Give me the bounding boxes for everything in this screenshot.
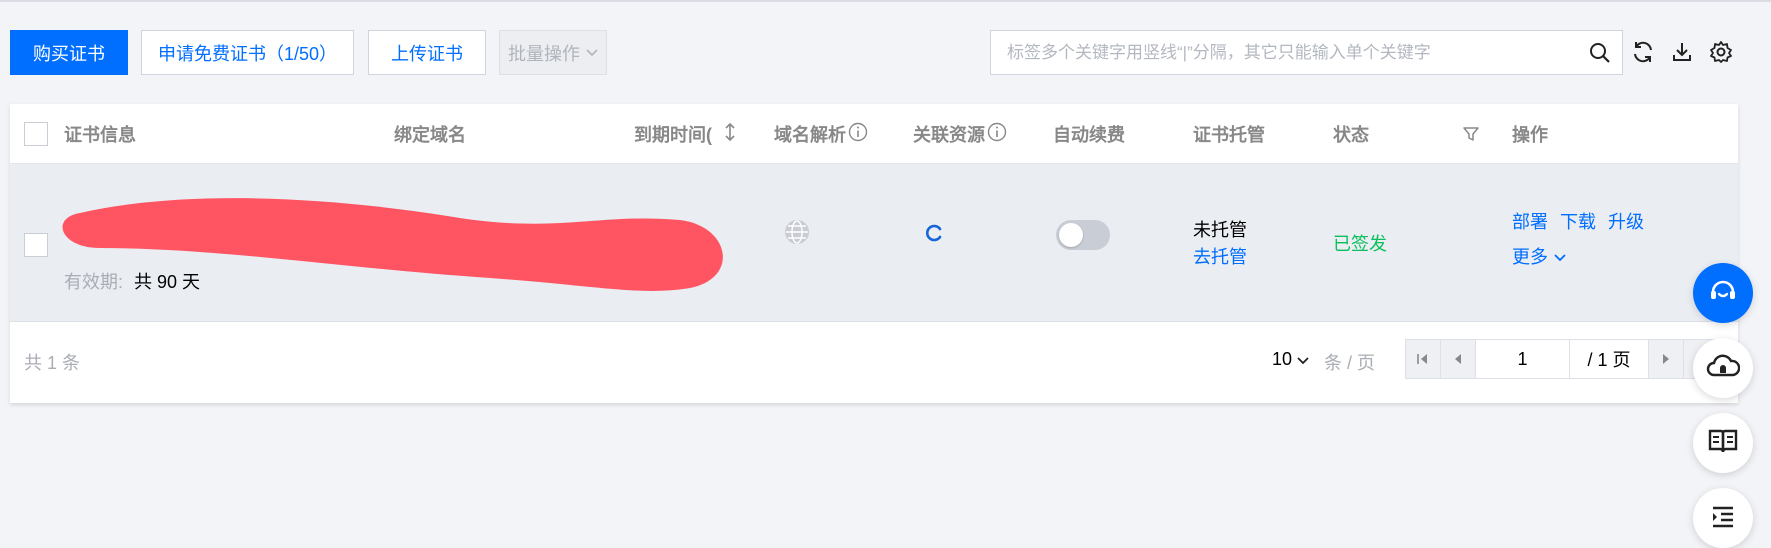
toolbar: 购买证书 申请免费证书（1/50） 上传证书 批量操作 [10, 30, 1765, 76]
apply-free-certificate-button[interactable]: 申请免费证书（1/50） [141, 30, 354, 75]
cloud-bell-icon [1706, 351, 1741, 386]
prev-page-icon [1455, 354, 1461, 364]
open-book-icon [1707, 427, 1739, 460]
settings-gear-icon[interactable] [1707, 38, 1735, 66]
header-expire-label: 到期时间( [634, 125, 712, 145]
header-resources: 关联资源 [913, 104, 1007, 164]
info-icon[interactable] [987, 122, 1007, 147]
per-page-label: 条 / 页 [1324, 353, 1376, 373]
documentation-button[interactable] [1693, 413, 1753, 473]
deploy-link[interactable]: 部署 [1512, 208, 1548, 234]
list-indent-icon [1709, 504, 1737, 533]
next-page-button[interactable] [1648, 339, 1684, 379]
buy-certificate-button[interactable]: 购买证书 [10, 30, 128, 75]
header-dns: 域名解析 [774, 104, 868, 164]
header-bound-domain: 绑定域名 [394, 125, 466, 145]
customer-service-button[interactable] [1693, 263, 1753, 323]
table-footer: 共 1 条 10 条 / 页 1 / 1 页 [10, 322, 1738, 403]
select-all-checkbox[interactable] [24, 122, 48, 146]
more-actions-label: 更多 [1512, 247, 1548, 267]
cloud-assistant-button[interactable] [1693, 338, 1753, 398]
total-count: 共 1 条 [24, 353, 81, 373]
upload-certificate-button[interactable]: 上传证书 [368, 30, 486, 75]
table-row: 有效期: 共 90 天 未托管 去托管 已签发 部署 下载 升级 更多 [10, 164, 1738, 322]
total-pages-label: / 1 页 [1569, 339, 1649, 379]
toggle-knob [1059, 223, 1083, 247]
batch-operation-dropdown[interactable]: 批量操作 [499, 30, 607, 75]
header-cert-info: 证书信息 [64, 125, 136, 145]
header-expire-time[interactable]: 到期时间( [634, 104, 736, 164]
batch-operation-label: 批量操作 [508, 43, 580, 64]
headset-icon [1707, 275, 1739, 312]
header-auto-renew: 自动续费 [1053, 125, 1125, 145]
menu-outline-button[interactable] [1693, 488, 1753, 548]
download-icon[interactable] [1668, 38, 1696, 66]
page-size-value: 10 [1272, 349, 1293, 369]
search-input[interactable] [991, 31, 1578, 74]
globe-icon [784, 219, 810, 250]
certificate-table: 证书信息 绑定域名 到期时间( 域名解析 关联资源 自动续费 证书托管 状态 操… [10, 104, 1738, 403]
header-dns-label: 域名解析 [774, 125, 846, 145]
first-page-button[interactable] [1405, 339, 1441, 379]
upgrade-link[interactable]: 升级 [1608, 208, 1644, 234]
sort-icon[interactable] [724, 122, 736, 147]
info-icon[interactable] [848, 122, 868, 147]
refresh-icon[interactable] [1629, 38, 1657, 66]
status-badge: 已签发 [1333, 234, 1387, 254]
loading-spinner-icon [925, 224, 943, 247]
table-header: 证书信息 绑定域名 到期时间( 域名解析 关联资源 自动续费 证书托管 状态 操… [10, 104, 1738, 164]
header-status: 状态 [1333, 125, 1369, 145]
hosting-status: 未托管 [1193, 220, 1247, 240]
next-page-icon [1663, 354, 1669, 364]
search-box [990, 30, 1623, 75]
download-link[interactable]: 下载 [1560, 208, 1596, 234]
go-hosting-link[interactable]: 去托管 [1193, 243, 1247, 269]
redaction-scribble [62, 198, 723, 291]
header-hosting: 证书托管 [1193, 125, 1265, 145]
search-icon[interactable] [1578, 31, 1622, 75]
filter-icon[interactable] [1462, 104, 1480, 164]
top-divider [0, 0, 1771, 2]
first-page-icon [1417, 354, 1427, 364]
header-resources-label: 关联资源 [913, 125, 985, 145]
chevron-down-icon [586, 46, 598, 60]
auto-renew-toggle[interactable] [1056, 220, 1110, 250]
prev-page-button[interactable] [1440, 339, 1476, 379]
header-actions: 操作 [1512, 125, 1548, 145]
page-size-select[interactable]: 10 [1272, 349, 1309, 370]
chevron-down-icon [1297, 349, 1309, 370]
chevron-down-icon [1554, 246, 1566, 267]
page-input[interactable]: 1 [1475, 339, 1570, 379]
more-actions-dropdown[interactable]: 更多 [1512, 243, 1566, 269]
